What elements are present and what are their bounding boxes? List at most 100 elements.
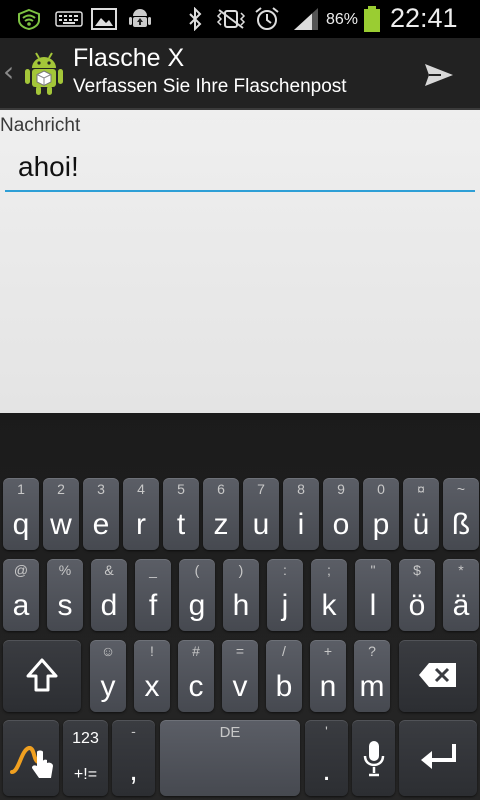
- key-6[interactable]: ? m: [354, 640, 390, 712]
- bluetooth-icon: [189, 7, 202, 31]
- send-icon[interactable]: [423, 62, 455, 88]
- key-2[interactable]: # c: [178, 640, 214, 712]
- action-bar: ‹ Flasche X Verfassen Sie Ihre Flaschenp…: [0, 38, 480, 110]
- key-secondary-label: *: [458, 562, 464, 578]
- symbols-key[interactable]: 123 +!=: [63, 720, 108, 796]
- key-0[interactable]: 1q: [3, 478, 39, 550]
- period-key[interactable]: ' .: [305, 720, 348, 796]
- period-key-label: .: [322, 754, 331, 787]
- key-8[interactable]: " l: [355, 559, 391, 631]
- key-7[interactable]: ; k: [311, 559, 347, 631]
- key-2[interactable]: & d: [91, 559, 127, 631]
- space-key-language: DE: [219, 724, 241, 741]
- key-label: q: [12, 508, 30, 541]
- key-secondary-label: 3: [97, 481, 105, 497]
- key-4[interactable]: (g: [179, 559, 215, 631]
- key-secondary-label: !: [150, 643, 154, 659]
- key-secondary-label: 2: [57, 481, 65, 497]
- key-label: u: [252, 508, 270, 541]
- key-label: w: [50, 508, 72, 541]
- key-label: a: [12, 589, 30, 622]
- app-title: Flasche X: [73, 44, 185, 72]
- key-label: l: [369, 589, 377, 622]
- key-secondary-label: ?: [368, 643, 376, 659]
- key-2[interactable]: 3e: [83, 478, 119, 550]
- backspace-key[interactable]: [399, 640, 477, 712]
- key-label: v: [232, 670, 248, 703]
- key-label: e: [92, 508, 110, 541]
- key-label: i: [297, 508, 305, 541]
- key-secondary-label: +: [323, 643, 333, 659]
- key-secondary-label: ): [238, 562, 244, 578]
- key-secondary-label: ☺: [100, 643, 116, 659]
- key-1[interactable]: 2w: [43, 478, 79, 550]
- key-label: c: [188, 670, 204, 703]
- key-secondary-label: 5: [177, 481, 185, 497]
- key-6[interactable]: 7u: [243, 478, 279, 550]
- key-3[interactable]: 4r: [123, 478, 159, 550]
- shift-key[interactable]: [3, 640, 81, 712]
- signal-icon: [294, 8, 318, 30]
- key-secondary-label: 4: [137, 481, 145, 497]
- up-navigation[interactable]: ‹: [0, 38, 72, 108]
- gallery-icon: [91, 8, 117, 30]
- key-0[interactable]: ☺ y: [90, 640, 126, 712]
- app-subtitle: Verfassen Sie Ihre Flaschenpost: [73, 76, 347, 97]
- key-label: z: [213, 508, 229, 541]
- key-3[interactable]: _ f: [135, 559, 171, 631]
- clock: 22:41: [390, 3, 458, 33]
- key-0[interactable]: @ a: [3, 559, 39, 631]
- key-secondary-label: ~: [456, 481, 466, 497]
- key-5[interactable]: + n: [310, 640, 346, 712]
- key-secondary-label: @: [13, 562, 29, 578]
- message-input[interactable]: ahoi!: [5, 142, 475, 192]
- key-5[interactable]: ) h: [223, 559, 259, 631]
- key-secondary-label: _: [149, 562, 157, 578]
- swype-key[interactable]: [3, 720, 59, 796]
- key-label: f: [148, 589, 158, 622]
- key-label: j: [281, 589, 289, 622]
- key-7[interactable]: 8i: [283, 478, 319, 550]
- enter-key[interactable]: [399, 720, 477, 796]
- key-label: o: [332, 508, 350, 541]
- key-4[interactable]: / b: [266, 640, 302, 712]
- key-secondary-label: &: [104, 562, 114, 578]
- key-secondary-label: (: [194, 562, 200, 578]
- key-11[interactable]: ~ ß: [443, 478, 479, 550]
- key-label: ü: [412, 508, 430, 541]
- keyboard-icon: [55, 11, 83, 27]
- key-8[interactable]: 9o: [323, 478, 359, 550]
- key-6[interactable]: :j: [267, 559, 303, 631]
- key-9[interactable]: $ ö: [399, 559, 435, 631]
- key-secondary-label: #: [192, 643, 200, 659]
- shift-icon: [26, 658, 58, 692]
- key-label: k: [321, 589, 337, 622]
- key-secondary-label: :: [283, 562, 287, 578]
- key-label: t: [176, 508, 186, 541]
- key-label: y: [100, 670, 116, 703]
- key-4[interactable]: 5t: [163, 478, 199, 550]
- android-update-icon: [129, 9, 151, 27]
- key-secondary-label: 7: [257, 481, 265, 497]
- message-label: Nachricht: [0, 115, 81, 136]
- key-secondary-label: %: [58, 562, 72, 578]
- period-key-secondary: ': [325, 723, 328, 739]
- voice-input-key[interactable]: [352, 720, 395, 796]
- comma-key[interactable]: - ,: [112, 720, 155, 796]
- key-10[interactable]: * ä: [443, 559, 479, 631]
- key-3[interactable]: = v: [222, 640, 258, 712]
- key-1[interactable]: % s: [47, 559, 83, 631]
- key-label: m: [359, 670, 385, 703]
- key-label: p: [372, 508, 390, 541]
- key-9[interactable]: 0p: [363, 478, 399, 550]
- android-app-icon: [25, 52, 63, 95]
- space-key[interactable]: DE: [160, 720, 300, 796]
- key-secondary-label: 8: [297, 481, 305, 497]
- key-10[interactable]: ¤ ü: [403, 478, 439, 550]
- key-5[interactable]: 6z: [203, 478, 239, 550]
- backspace-icon: [419, 663, 456, 687]
- alarm-icon: [255, 7, 279, 30]
- key-1[interactable]: ! x: [134, 640, 170, 712]
- key-label: ß: [451, 508, 471, 541]
- soft-keyboard: 1 q 2 w 3 e 4 r 5 t 6 z 7 u 8 i 9 o 0 p ¤ ü ~ ß @ a% s & d _ f(g) h: j;…: [0, 413, 480, 800]
